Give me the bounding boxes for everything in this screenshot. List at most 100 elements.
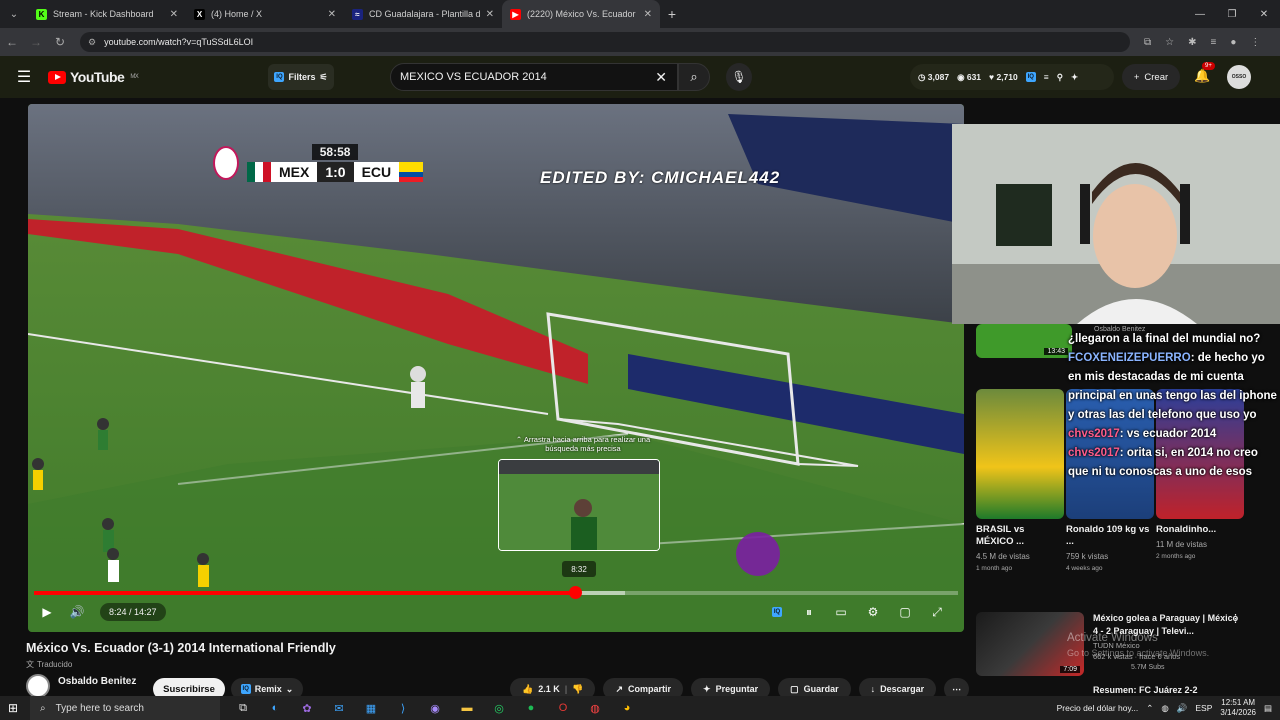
task-view-icon[interactable]: ⧉ — [232, 697, 254, 719]
list-icon[interactable]: ≡ — [1044, 72, 1049, 82]
clear-search-icon[interactable]: ✕ — [655, 69, 667, 86]
obs-icon[interactable]: ◉ — [424, 697, 446, 719]
opera-icon[interactable]: O — [552, 697, 574, 719]
outlook-icon[interactable]: ✉ — [328, 697, 350, 719]
tab-x[interactable]: X (4) Home / X ✕ — [186, 0, 344, 28]
tab-guadalajara[interactable]: ≈ CD Guadalajara - Plantilla detal ✕ — [344, 0, 502, 28]
edited-by-overlay: EDITED BY: CMICHAEL442 — [540, 168, 781, 187]
filters-button[interactable]: IQ Filters ⚟ — [268, 64, 334, 90]
theater-button[interactable]: ▢ — [890, 599, 920, 625]
notification-center-icon[interactable]: ▤ — [1264, 703, 1272, 714]
captions-icon: ▭ — [835, 605, 847, 619]
settings-icon[interactable]: ⚲ — [1057, 72, 1063, 83]
browser-toolbar: ⧉ ☆ ✱ ≡ ● ⋮ — [1144, 37, 1260, 48]
close-tab-icon[interactable]: ✕ — [328, 9, 336, 20]
mute-button[interactable]: 🔊 — [62, 599, 92, 625]
short-age: 2 months ago — [1156, 553, 1196, 560]
network-icon[interactable]: ◍ — [1161, 703, 1168, 714]
short-card[interactable]: BRASIL vs MÉXICO ... 4.5 M de vistas 1 m… — [976, 389, 1064, 572]
create-button[interactable]: + Crear — [1122, 64, 1180, 90]
iq-player-button[interactable]: IQ — [762, 599, 792, 625]
sparkle-icon: ✦ — [703, 683, 711, 694]
weather-widget[interactable]: Precio del dólar hoy... — [1057, 703, 1139, 713]
volume-icon[interactable]: 🔊 — [1177, 703, 1188, 714]
notification-badge: 9+ — [1202, 62, 1215, 70]
back-icon[interactable]: ← — [0, 35, 24, 49]
settings-button[interactable]: ⚙ — [858, 599, 888, 625]
bookmark-icon: ▢ — [790, 683, 799, 694]
search-input[interactable]: MEXICO VS ECUADOR 2014 ✕ — [390, 63, 678, 91]
youtube-logo[interactable]: YouTube MX — [48, 69, 139, 85]
hamburger-menu-icon[interactable]: ☰ — [0, 67, 48, 87]
chat-message: chvs2017: vs ecuador 2014 — [1068, 428, 1217, 440]
reload-icon[interactable]: ↻ — [48, 35, 72, 49]
scrubber-handle[interactable] — [568, 586, 582, 599]
edge-icon[interactable]: ◐ — [264, 697, 286, 719]
play-button[interactable]: ▶ — [32, 599, 62, 625]
tab-kick[interactable]: K Stream - Kick Dashboard ✕ — [28, 0, 186, 28]
duration-badge: 13:43 — [1044, 348, 1068, 355]
top-video-thumbnail[interactable]: 13:43 — [976, 324, 1072, 358]
chrome-icon[interactable]: ◕ — [616, 697, 638, 719]
tab-search-icon[interactable]: ⌄ — [0, 0, 28, 28]
restore-icon[interactable]: ❐ — [1216, 0, 1248, 28]
url-field[interactable]: ⚙ youtube.com/watch?v=qTuSSdL6LOI — [80, 32, 1130, 52]
system-clock[interactable]: 12:51 AM 3/14/2026 — [1220, 698, 1256, 718]
minimize-icon[interactable]: — — [1184, 0, 1216, 28]
close-tab-icon[interactable]: ✕ — [644, 9, 652, 20]
extensions-icon[interactable]: ✱ — [1188, 37, 1196, 48]
tab-youtube[interactable]: ▶ (2220) México Vs. Ecuador (3-1) ✕ — [502, 0, 660, 28]
vscode-icon[interactable]: ⟩ — [392, 697, 414, 719]
spotify-icon[interactable]: ● — [520, 697, 542, 719]
forward-icon[interactable]: → — [24, 35, 48, 49]
file-explorer-icon[interactable]: ▬ — [456, 697, 478, 719]
progress-bar[interactable] — [34, 586, 958, 599]
scoreboard-overlay: 58:58 MEX 1:0 ECU — [213, 144, 424, 182]
site-info-icon[interactable]: ⚙ — [88, 37, 96, 48]
profile-icon[interactable]: ● — [1230, 37, 1236, 48]
close-window-icon[interactable]: ✕ — [1248, 0, 1280, 28]
short-thumbnail — [976, 389, 1064, 519]
short-age: 1 month ago — [976, 565, 1013, 572]
close-tab-icon[interactable]: ✕ — [170, 9, 178, 20]
store-icon[interactable]: ▦ — [360, 697, 382, 719]
microphone-icon: 🎙 — [731, 70, 747, 84]
channel-info[interactable]: Osbaldo Benitez — [26, 674, 136, 698]
address-bar-row: ← → ↻ ⚙ youtube.com/watch?v=qTuSSdL6LOI … — [0, 28, 1280, 56]
team-favicon-icon: ≈ — [352, 8, 363, 20]
input-language[interactable]: ESP — [1195, 703, 1212, 713]
install-icon[interactable]: ⧉ — [1144, 37, 1151, 48]
video-player[interactable]: 58:58 MEX 1:0 ECU EDITED BY: CMICHAEL442… — [28, 104, 964, 632]
app-icon[interactable]: ◍ — [584, 697, 606, 719]
list-video-thumbnail[interactable]: 7:09 — [976, 612, 1084, 676]
iq-icon[interactable]: IQ — [1025, 72, 1036, 82]
autoplay-toggle[interactable]: ⏸ — [794, 599, 824, 625]
next-video-title[interactable]: Resumen: FC Juárez 2-2 — [1093, 685, 1198, 695]
tray-chevron-icon[interactable]: ⌃ — [1146, 703, 1153, 714]
subtitles-button[interactable]: ▭ — [826, 599, 856, 625]
bookmark-star-icon[interactable]: ☆ — [1165, 37, 1174, 48]
thumbs-down-icon[interactable]: 👎 — [572, 684, 583, 695]
taskbar-search[interactable]: ⌕ Type here to search — [30, 696, 220, 720]
channel-name[interactable]: Osbaldo Benitez — [58, 676, 136, 687]
sparkle-icon[interactable]: ✦ — [1071, 72, 1078, 83]
search-button[interactable]: ⌕ — [678, 63, 710, 91]
close-tab-icon[interactable]: ✕ — [486, 9, 494, 20]
short-age: 4 weeks ago — [1066, 565, 1103, 572]
notifications-button[interactable]: 🔔 9+ — [1194, 62, 1215, 84]
windows-start-icon[interactable]: ⊞ — [8, 701, 18, 715]
new-tab-button[interactable]: + — [660, 6, 684, 22]
copilot-icon[interactable]: ✿ — [296, 697, 318, 719]
channel-avatar[interactable] — [26, 674, 50, 698]
browser-menu-icon[interactable]: ⋮ — [1250, 37, 1260, 48]
whatsapp-icon[interactable]: ◎ — [488, 697, 510, 719]
pause-toggle-icon: ⏸ — [805, 604, 812, 619]
voice-search-button[interactable]: 🎙 — [726, 63, 752, 91]
activate-windows-watermark: Activate Windows — [1067, 632, 1158, 644]
more-options-icon[interactable]: ⋮ — [1230, 612, 1241, 625]
reading-list-icon[interactable]: ≡ — [1211, 37, 1217, 48]
fullscreen-button[interactable]: ⤢ — [922, 599, 952, 625]
account-avatar[interactable]: OSSO — [1227, 65, 1251, 89]
create-label: Crear — [1144, 71, 1169, 83]
iq-icon: IQ — [772, 607, 782, 617]
